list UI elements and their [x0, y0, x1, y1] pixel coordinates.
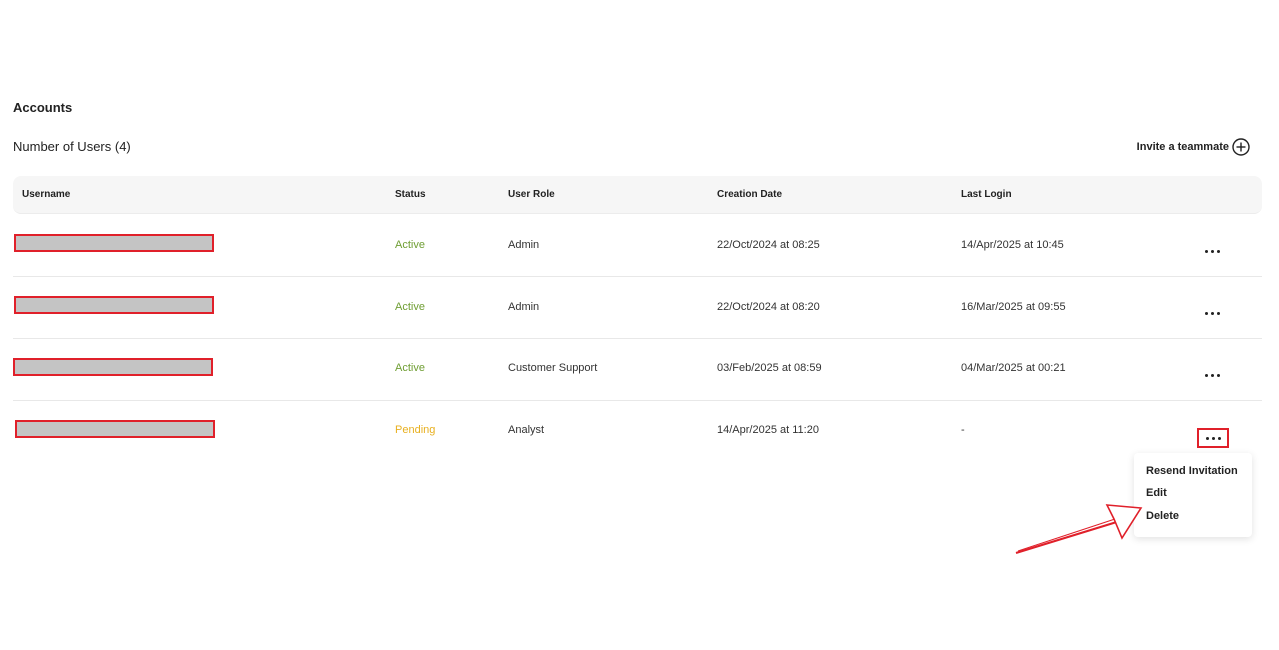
status-badge: Active [395, 362, 425, 374]
last-login: 16/Mar/2025 at 09:55 [961, 301, 1066, 313]
row-actions-button[interactable] [1198, 304, 1226, 322]
last-login: - [961, 424, 965, 436]
invite-teammate-button[interactable]: Invite a teammate [1137, 137, 1251, 157]
page-title: Accounts [13, 100, 73, 115]
table-row: Active Customer Support 03/Feb/2025 at 0… [13, 338, 1262, 401]
status-badge: Active [395, 239, 425, 251]
redacted-username [13, 358, 213, 376]
header-user-role: User Role [508, 189, 555, 200]
status-badge: Pending [395, 424, 436, 436]
status-badge: Active [395, 301, 425, 313]
user-role: Analyst [508, 424, 545, 436]
header-creation-date: Creation Date [717, 189, 783, 200]
plus-circle-icon [1231, 137, 1251, 157]
more-horizontal-icon [1204, 311, 1220, 315]
row-actions-button[interactable] [1198, 366, 1226, 384]
user-role: Customer Support [508, 362, 598, 374]
table-header: Username Status User Role Creation Date … [13, 176, 1262, 214]
table-row: Pending Analyst 14/Apr/2025 at 11:20 - [13, 400, 1262, 462]
last-login: 04/Mar/2025 at 00:21 [961, 362, 1066, 374]
creation-date: 22/Oct/2024 at 08:25 [717, 239, 820, 251]
menu-item-resend-invitation[interactable]: Resend Invitation [1146, 465, 1238, 477]
more-horizontal-icon [1204, 249, 1220, 253]
redacted-username [15, 420, 215, 438]
row-actions-button-active[interactable] [1197, 428, 1229, 448]
menu-item-edit[interactable]: Edit [1146, 487, 1167, 499]
accounts-page: Accounts Number of Users (4) Invite a te… [0, 0, 1279, 650]
more-horizontal-icon [1204, 373, 1220, 377]
creation-date: 03/Feb/2025 at 08:59 [717, 362, 822, 374]
header-last-login: Last Login [961, 189, 1012, 200]
user-role: Admin [508, 301, 540, 313]
row-actions-button[interactable] [1198, 242, 1226, 260]
redacted-username [14, 234, 214, 252]
table-row: Active Admin 22/Oct/2024 at 08:25 14/Apr… [13, 214, 1262, 277]
invite-teammate-label: Invite a teammate [1136, 141, 1229, 153]
header-username: Username [22, 189, 71, 200]
menu-item-delete[interactable]: Delete [1146, 510, 1179, 522]
redacted-username [14, 296, 214, 314]
more-horizontal-icon [1205, 436, 1221, 440]
creation-date: 14/Apr/2025 at 11:20 [717, 424, 819, 436]
last-login: 14/Apr/2025 at 10:45 [961, 239, 1064, 251]
creation-date: 22/Oct/2024 at 08:20 [717, 301, 820, 313]
header-status: Status [395, 189, 426, 200]
table-row: Active Admin 22/Oct/2024 at 08:20 16/Mar… [13, 276, 1262, 339]
user-role: Admin [508, 239, 540, 251]
row-actions-menu: Resend Invitation Edit Delete [1134, 453, 1252, 537]
user-count-label: Number of Users (4) [13, 139, 131, 154]
